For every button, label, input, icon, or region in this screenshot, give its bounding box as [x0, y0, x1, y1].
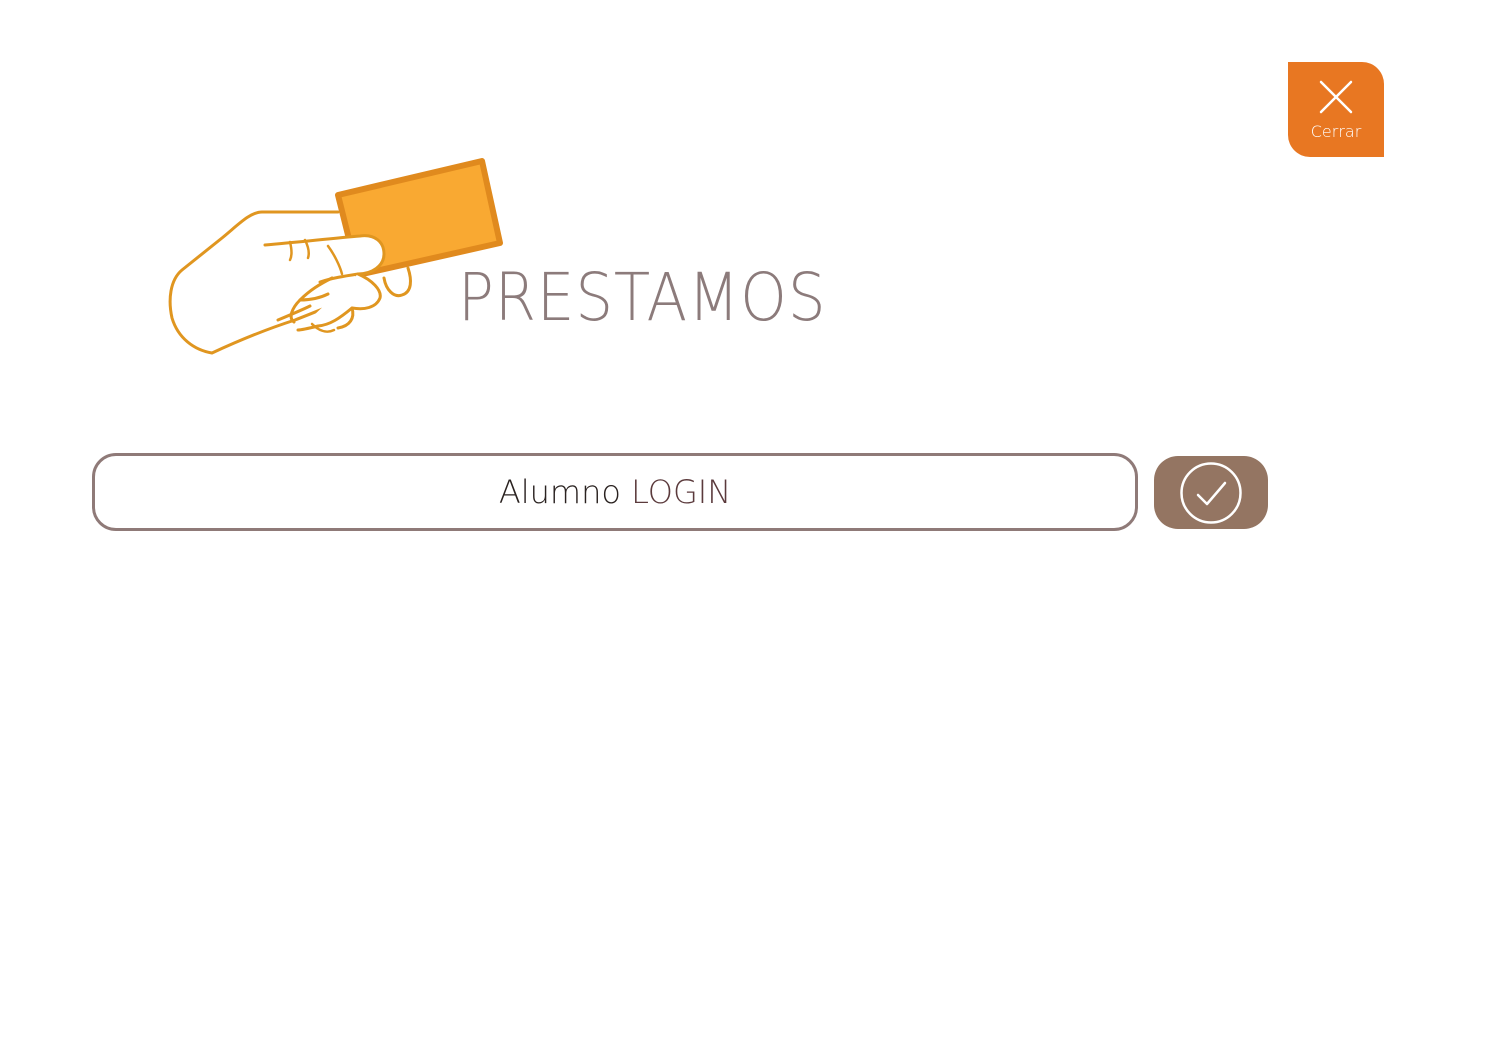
- close-icon: [1319, 80, 1353, 114]
- login-field-login-text: LOGIN: [631, 473, 732, 511]
- login-field-alumno-text: Alumno: [498, 473, 621, 511]
- student-login-field[interactable]: Alumno LOGIN: [92, 453, 1138, 531]
- close-button[interactable]: Cerrar: [1288, 62, 1384, 157]
- submit-button[interactable]: [1154, 456, 1268, 529]
- check-circle-icon: [1180, 462, 1242, 524]
- close-button-label: Cerrar: [1310, 122, 1362, 141]
- page-title: PRESTAMOS: [458, 259, 827, 336]
